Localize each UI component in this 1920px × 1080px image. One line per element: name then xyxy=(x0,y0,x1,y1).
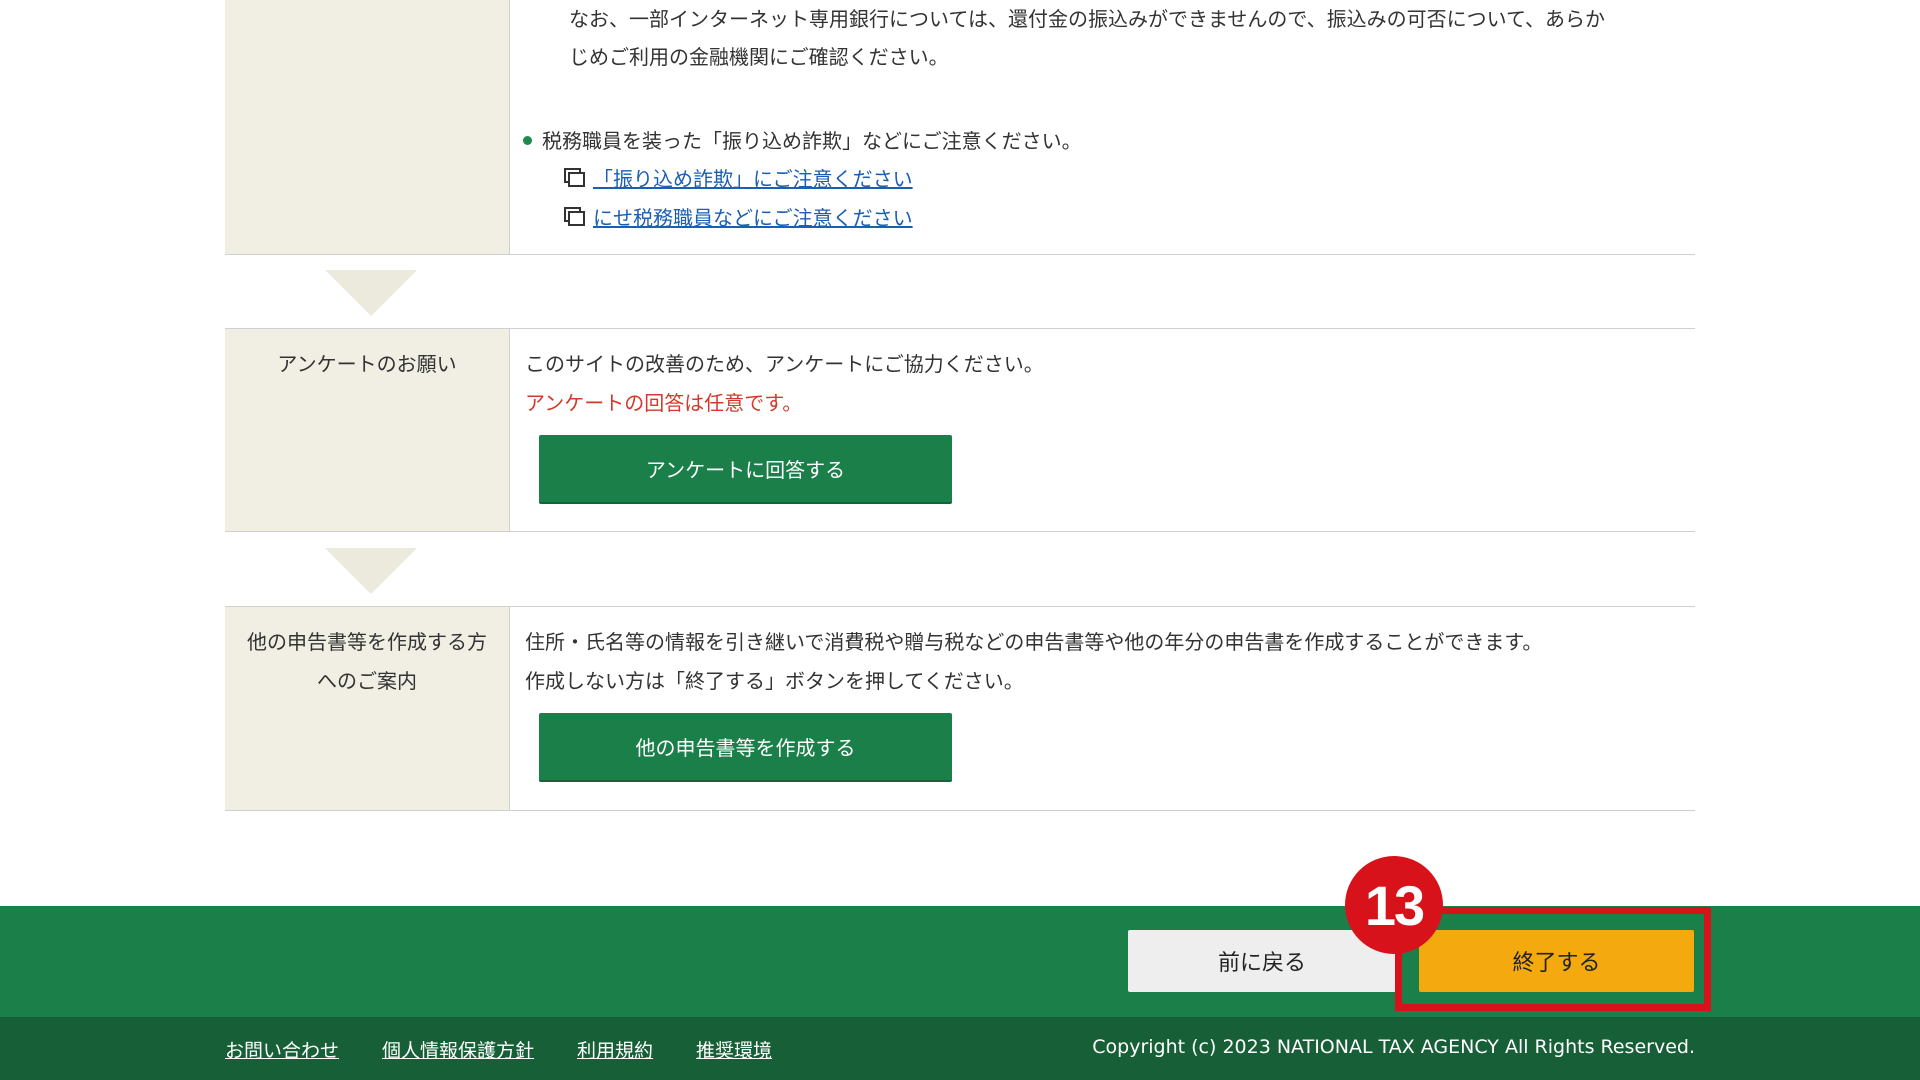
fraud-link-row: 「振り込め詐欺」にご注意ください xyxy=(568,160,913,199)
survey-label: アンケートのお願い xyxy=(225,329,510,531)
footer-link-terms[interactable]: 利用規約 xyxy=(577,1040,653,1062)
bullet-icon xyxy=(523,136,532,145)
survey-optional-note: アンケートの回答は任意です。 xyxy=(525,391,803,415)
step-number-badge: 13 xyxy=(1345,856,1443,954)
new-window-icon xyxy=(568,172,585,187)
create-other-forms-button[interactable]: 他の申告書等を作成する xyxy=(539,713,952,782)
refund-note-line1: なお、一部インターネット専用銀行については、還付金の振込みができませんので、振込… xyxy=(569,7,1605,31)
footer-link-environment[interactable]: 推奨環境 xyxy=(696,1040,772,1062)
divider xyxy=(225,254,1695,255)
new-window-icon xyxy=(568,211,585,226)
other-forms-instruction: 作成しない方は「終了する」ボタンを押してください。 xyxy=(525,669,1024,693)
fake-staff-link[interactable]: にせ税務職員などにご注意ください xyxy=(593,206,913,230)
survey-description: このサイトの改善のため、アンケートにご協力ください。 xyxy=(525,352,1044,376)
refund-note-line2: じめご利用の金融機関にご確認ください。 xyxy=(569,45,949,69)
copyright-text: Copyright (c) 2023 NATIONAL TAX AGENCY A… xyxy=(1092,1036,1695,1058)
step-arrow-icon xyxy=(325,270,417,316)
survey-row: アンケートのお願い このサイトの改善のため、アンケートにご協力ください。 アンケ… xyxy=(225,329,1695,531)
divider xyxy=(225,810,1695,811)
refund-label-cell xyxy=(225,0,510,254)
fraud-link[interactable]: 「振り込め詐欺」にご注意ください xyxy=(593,167,913,191)
footer-link-contact[interactable]: お問い合わせ xyxy=(225,1040,339,1062)
fake-staff-link-row: にせ税務職員などにご注意ください xyxy=(568,199,913,238)
step-arrow-icon xyxy=(325,548,417,594)
footer-links: お問い合わせ 個人情報保護方針 利用規約 推奨環境 xyxy=(225,1036,815,1063)
divider xyxy=(225,531,1695,532)
other-forms-row: 他の申告書等を作成する方 へのご案内 住所・氏名等の情報を引き継いで消費税や贈与… xyxy=(225,607,1695,810)
other-forms-label-line2: へのご案内 xyxy=(317,669,417,693)
back-button[interactable]: 前に戻る xyxy=(1128,930,1396,992)
survey-label-text: アンケートのお願い xyxy=(277,352,457,376)
fraud-warning: 税務職員を装った「振り込め詐欺」などにご注意ください。 xyxy=(523,122,1082,161)
survey-button[interactable]: アンケートに回答する xyxy=(539,435,952,504)
other-forms-description: 住所・氏名等の情報を引き継いで消費税や贈与税などの申告書等や他の年分の申告書を作… xyxy=(525,630,1543,654)
footer-link-privacy[interactable]: 個人情報保護方針 xyxy=(382,1040,534,1062)
other-forms-label: 他の申告書等を作成する方 へのご案内 xyxy=(225,607,510,810)
other-forms-label-line1: 他の申告書等を作成する方 xyxy=(247,630,487,654)
finish-highlight-box xyxy=(1395,907,1711,1011)
fraud-warning-text: 税務職員を装った「振り込め詐欺」などにご注意ください。 xyxy=(542,129,1082,153)
